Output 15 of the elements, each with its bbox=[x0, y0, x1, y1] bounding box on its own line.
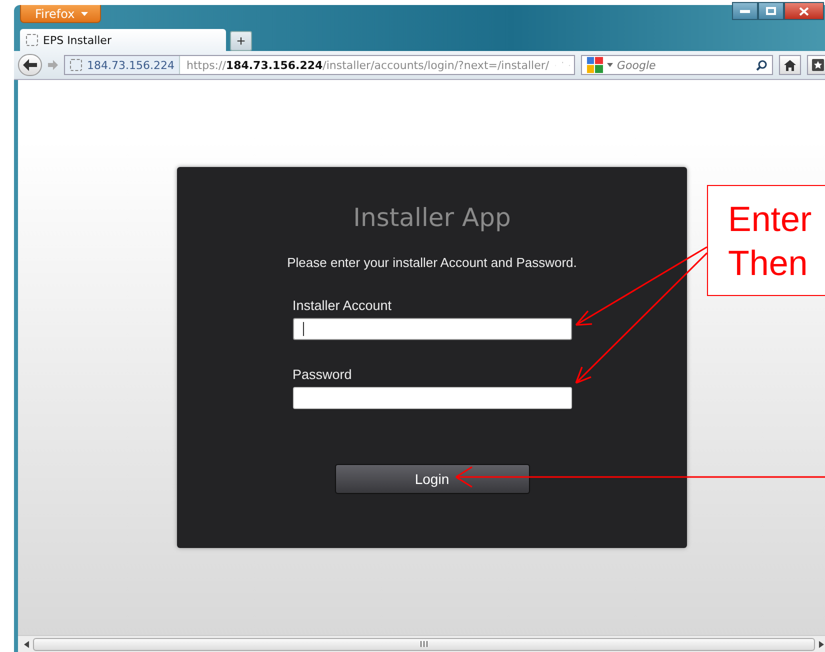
search-field[interactable]: Google bbox=[581, 55, 773, 75]
address-field[interactable]: 184.73.156.224 https://184.73.156.224/installer/accounts/login/?next=/installer/ bbox=[64, 55, 575, 75]
callout-text: Enter bbox=[728, 199, 813, 241]
login-button[interactable]: Login bbox=[334, 464, 530, 494]
callout-text: Then bbox=[728, 243, 809, 285]
site-identity: 184.73.156.224 bbox=[87, 58, 174, 72]
search-placeholder: Google bbox=[617, 58, 656, 72]
tab-title: EPS Installer bbox=[43, 34, 112, 46]
new-tab-button[interactable]: + bbox=[230, 31, 252, 51]
field-label: Password bbox=[292, 367, 353, 382]
field-label: Installer Account bbox=[292, 298, 393, 313]
app-title: Installer App bbox=[353, 203, 511, 234]
instruction-text: Please enter your installer Account and Password. bbox=[287, 255, 577, 270]
url-text: https://184.73.156.224/installer/accounts/login/?next=/installer/ bbox=[186, 58, 550, 72]
browser-tab[interactable]: EPS Installer bbox=[20, 29, 226, 51]
